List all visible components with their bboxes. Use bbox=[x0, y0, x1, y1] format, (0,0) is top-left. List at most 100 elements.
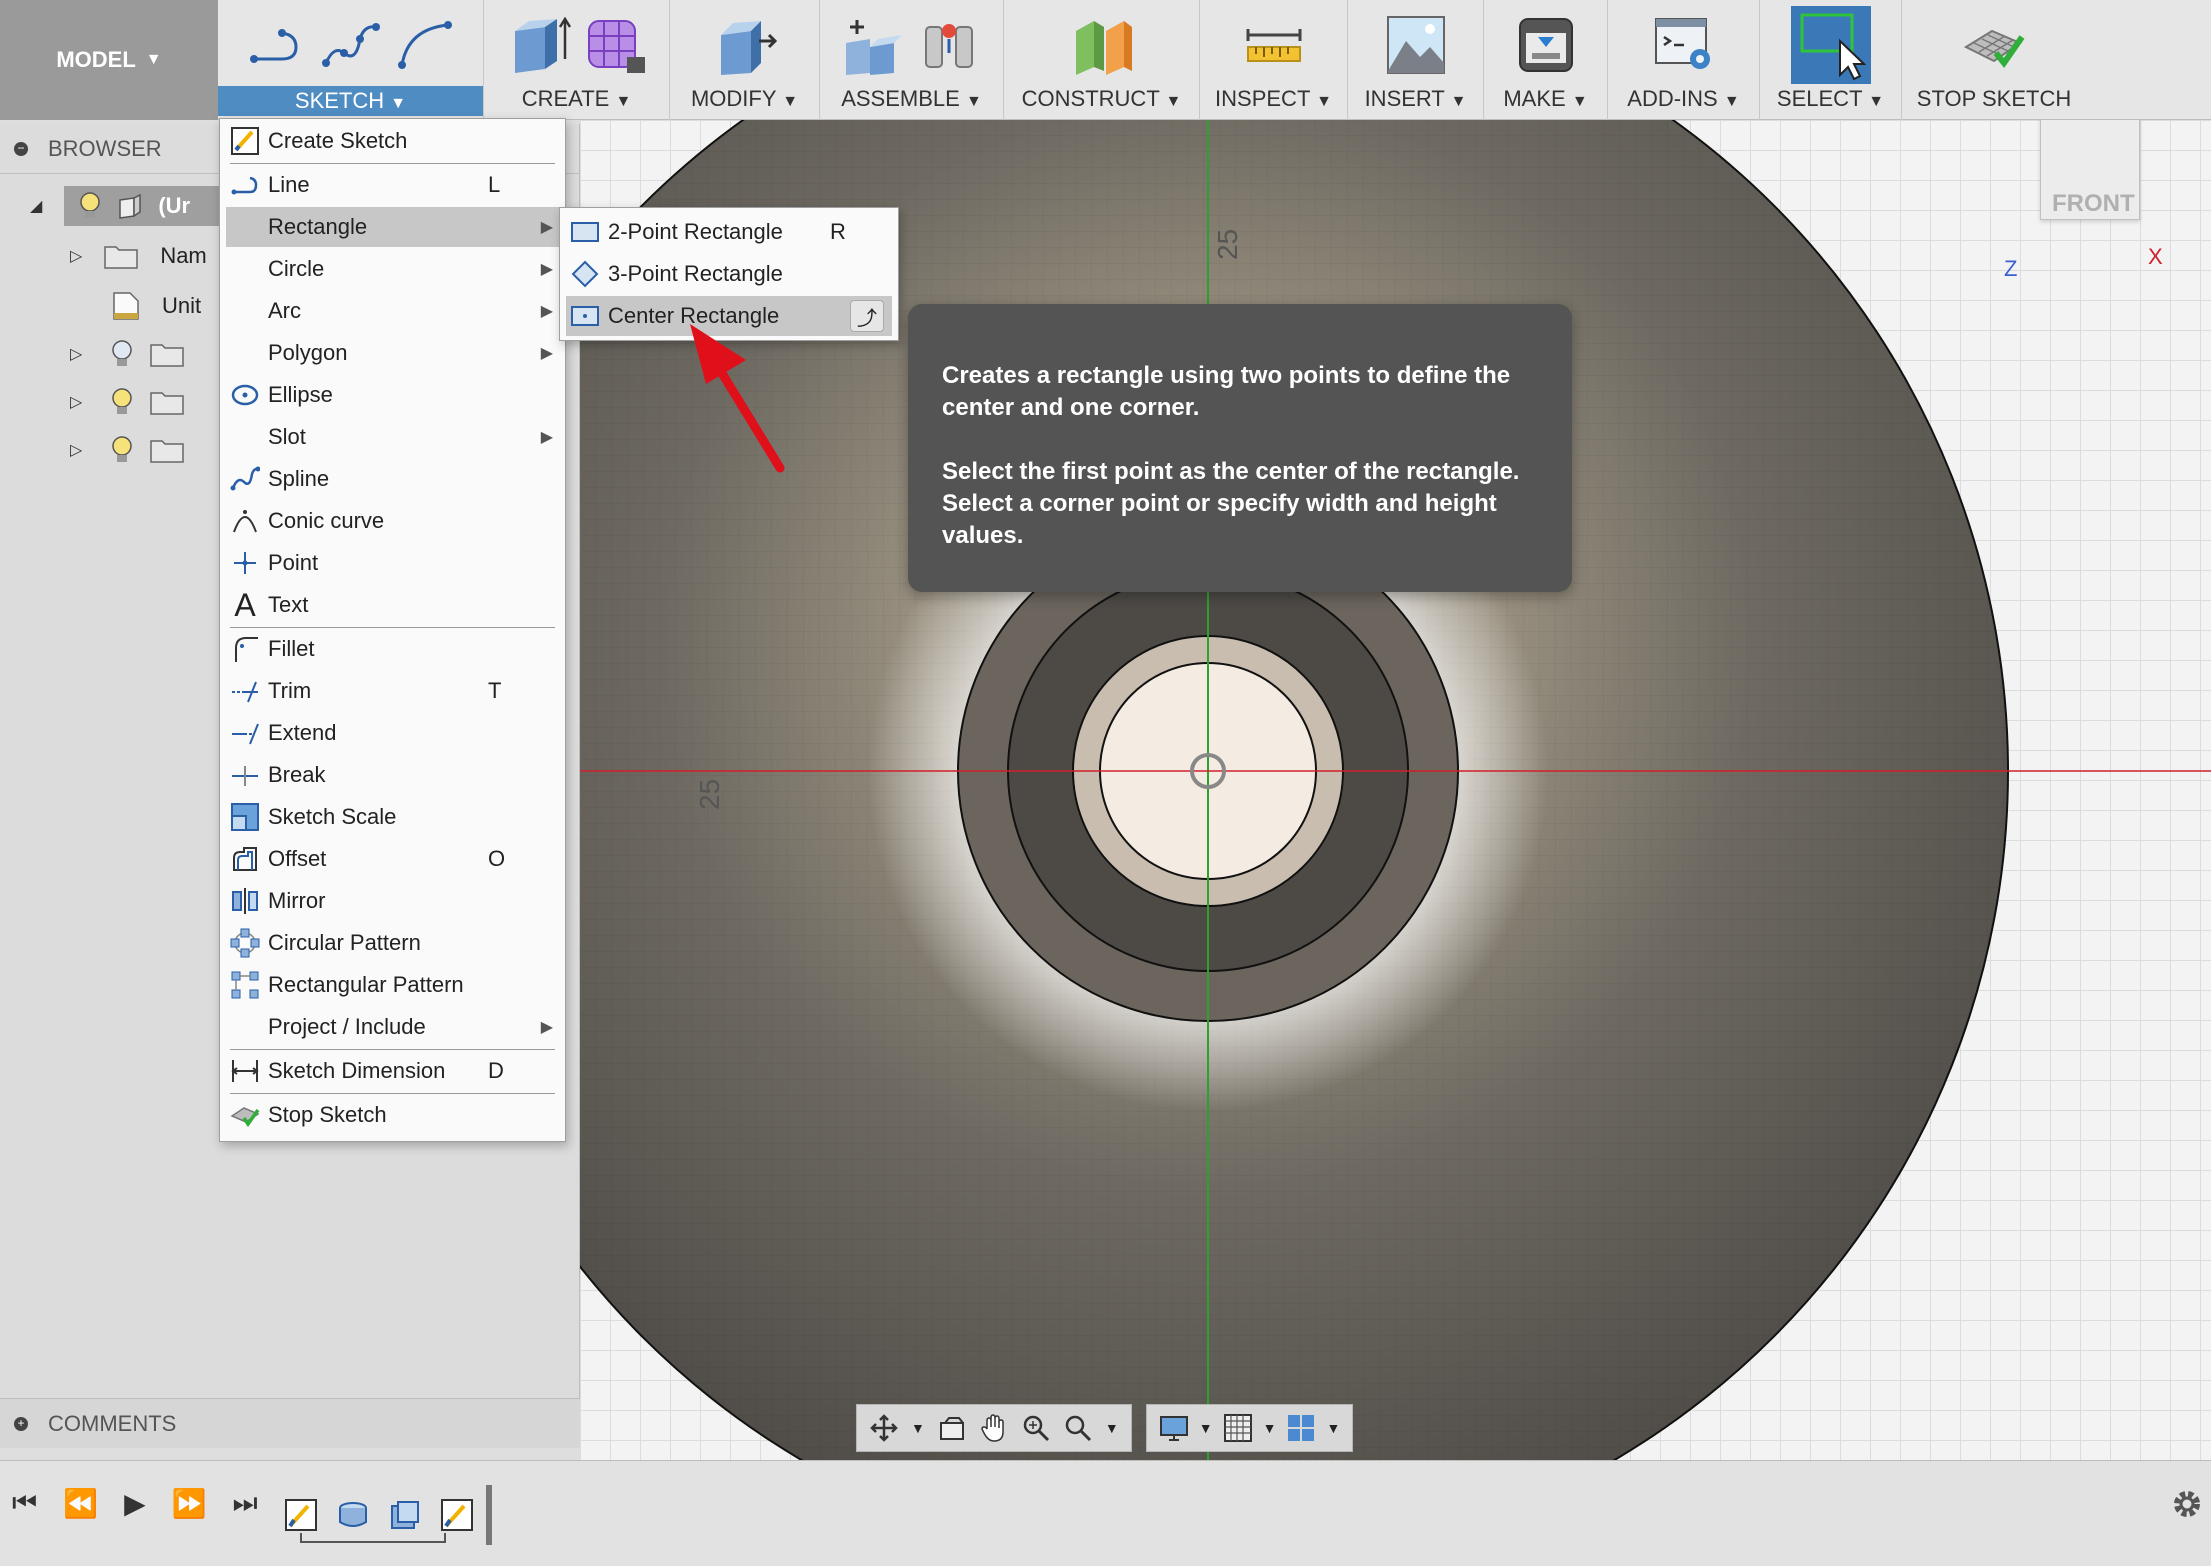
command-tooltip: Creates a rectangle using two points to … bbox=[908, 304, 1572, 592]
menu-polygon[interactable]: Polygon ▶ bbox=[226, 333, 559, 373]
step-back-icon[interactable]: ⏪ bbox=[63, 1487, 98, 1520]
menu-mirror[interactable]: Mirror bbox=[226, 881, 559, 921]
view-cube-face[interactable]: FRONT bbox=[2052, 190, 2135, 218]
go-to-end-icon[interactable]: ⏭ bbox=[233, 1487, 258, 1520]
center-rectangle-icon bbox=[571, 306, 599, 326]
chevron-down-icon[interactable]: ▼ bbox=[1326, 1420, 1340, 1436]
timeline-marker[interactable] bbox=[486, 1485, 492, 1545]
menu-rectangular-pattern[interactable]: Rectangular Pattern bbox=[226, 965, 559, 1005]
menu-project-include[interactable]: Project / Include ▶ bbox=[226, 1007, 559, 1047]
zoom-icon[interactable] bbox=[1021, 1413, 1051, 1443]
go-to-start-icon[interactable]: ⏮ bbox=[12, 1487, 37, 1520]
viewports-icon[interactable] bbox=[1286, 1413, 1316, 1443]
menu-item-shortcut: L bbox=[488, 172, 501, 197]
menu-slot[interactable]: Slot ▶ bbox=[226, 417, 559, 457]
menu-fillet[interactable]: Fillet bbox=[226, 629, 559, 669]
menu-arc[interactable]: Arc ▶ bbox=[226, 291, 559, 331]
menu-sketch-dimension[interactable]: Sketch Dimension D bbox=[226, 1051, 559, 1091]
pin-to-toolbar-icon[interactable]: ⤴ bbox=[850, 300, 884, 332]
play-icon[interactable]: ▶ bbox=[124, 1487, 146, 1520]
toolbar-create[interactable]: CREATE ▼ bbox=[484, 0, 670, 120]
expand-triangle-icon[interactable]: ◢ bbox=[30, 196, 42, 216]
lightbulb-icon[interactable] bbox=[110, 387, 134, 417]
expand-icon[interactable]: + bbox=[14, 1416, 28, 1431]
dimension-label-top[interactable]: 25 bbox=[1212, 229, 1244, 260]
menu-text[interactable]: A Text bbox=[226, 585, 559, 625]
timeline-feature-icon[interactable] bbox=[388, 1498, 422, 1532]
toolbar-assemble[interactable]: ASSEMBLE ▼ bbox=[820, 0, 1004, 120]
comments-panel[interactable]: + COMMENTS bbox=[0, 1398, 580, 1448]
spline-tool-icon[interactable] bbox=[320, 15, 382, 75]
grid-settings-icon[interactable] bbox=[1223, 1413, 1253, 1443]
orbit-icon[interactable] bbox=[869, 1413, 899, 1443]
menu-line[interactable]: Line L bbox=[226, 165, 559, 205]
toolbar-sketch-label: SKETCH bbox=[294, 88, 385, 113]
view-cube[interactable]: FRONT X Z bbox=[2004, 120, 2163, 281]
chevron-down-icon[interactable]: ▼ bbox=[911, 1420, 925, 1436]
toolbar-addins[interactable]: ADD-INS ▼ bbox=[1608, 0, 1760, 120]
tree-row-folder[interactable]: ▷ bbox=[70, 428, 185, 472]
tree-row-named-views[interactable]: ▷ Nam bbox=[70, 234, 207, 278]
menu-circle[interactable]: Circle ▶ bbox=[226, 249, 559, 289]
line-tool-icon[interactable] bbox=[246, 15, 308, 75]
menu-circular-pattern[interactable]: Circular Pattern bbox=[226, 923, 559, 963]
look-at-icon[interactable] bbox=[937, 1413, 967, 1443]
menu-point[interactable]: Point bbox=[226, 543, 559, 583]
collapse-icon[interactable]: − bbox=[14, 141, 28, 156]
expand-triangle-icon[interactable]: ▷ bbox=[70, 440, 82, 460]
menu-stop-sketch[interactable]: Stop Sketch bbox=[226, 1095, 559, 1135]
chevron-down-icon[interactable]: ▼ bbox=[1105, 1420, 1119, 1436]
display-settings-icon[interactable] bbox=[1159, 1413, 1189, 1443]
press-pull-icon bbox=[720, 21, 777, 75]
text-icon: A bbox=[234, 586, 256, 623]
menu-extend[interactable]: Extend bbox=[226, 713, 559, 753]
timeline-extrude-icon[interactable] bbox=[336, 1498, 370, 1532]
menu-sketch-scale[interactable]: Sketch Scale bbox=[226, 797, 559, 837]
toolbar-select[interactable]: SELECT ▼ bbox=[1760, 0, 1902, 120]
chevron-down-icon: ▼ bbox=[1723, 93, 1740, 110]
lightbulb-icon[interactable] bbox=[110, 435, 134, 465]
toolbar-construct[interactable]: CONSTRUCT ▼ bbox=[1004, 0, 1200, 120]
fit-zoom-icon[interactable] bbox=[1063, 1413, 1093, 1443]
lightbulb-icon[interactable] bbox=[78, 191, 102, 221]
chevron-down-icon[interactable]: ▼ bbox=[1263, 1420, 1277, 1436]
menu-ellipse[interactable]: Ellipse bbox=[226, 375, 559, 415]
chevron-down-icon[interactable]: ▼ bbox=[1199, 1420, 1213, 1436]
lightbulb-icon[interactable] bbox=[110, 339, 134, 369]
expand-triangle-icon[interactable]: ▷ bbox=[70, 392, 82, 412]
arc-tool-icon[interactable] bbox=[394, 15, 456, 75]
workspace-label: MODEL bbox=[56, 47, 136, 72]
timeline-sketch-icon[interactable] bbox=[440, 1498, 474, 1532]
menu-offset[interactable]: Offset O bbox=[226, 839, 559, 879]
pan-hand-icon[interactable] bbox=[979, 1413, 1009, 1443]
menu-create-sketch[interactable]: Create Sketch bbox=[226, 121, 559, 161]
submenu-2-point-rectangle[interactable]: 2-Point Rectangle R bbox=[566, 212, 892, 252]
chevron-down-icon: ▼ bbox=[782, 93, 799, 110]
toolbar-stop-sketch[interactable]: STOP SKETCH bbox=[1902, 0, 2086, 120]
menu-spline[interactable]: Spline bbox=[226, 459, 559, 499]
menu-conic-curve[interactable]: Conic curve bbox=[226, 501, 559, 541]
tree-row-folder[interactable]: ▷ bbox=[70, 380, 185, 424]
toolbar-make[interactable]: MAKE ▼ bbox=[1484, 0, 1608, 120]
workspace-switcher[interactable]: MODEL ▼ bbox=[0, 0, 218, 120]
toolbar-modify[interactable]: MODIFY ▼ bbox=[670, 0, 820, 120]
menu-break[interactable]: Break bbox=[226, 755, 559, 795]
expand-triangle-icon[interactable]: ▷ bbox=[70, 246, 82, 266]
tree-row-folder[interactable]: ▷ bbox=[70, 332, 185, 376]
submenu-3-point-rectangle[interactable]: 3-Point Rectangle bbox=[566, 254, 892, 294]
toolbar-inspect[interactable]: INSPECT ▼ bbox=[1200, 0, 1348, 120]
toolbar-sketch[interactable]: SKETCH ▼ bbox=[218, 0, 484, 120]
toolbar-insert[interactable]: INSERT ▼ bbox=[1348, 0, 1484, 120]
expand-triangle-icon[interactable]: ▷ bbox=[70, 344, 82, 364]
sketch-dropdown-menu: Create Sketch Line L Rectangle ▶ Circle … bbox=[219, 118, 566, 1142]
menu-trim[interactable]: Trim T bbox=[226, 671, 559, 711]
dimension-label-left[interactable]: 25 bbox=[694, 779, 726, 810]
tree-row-units[interactable]: Unit bbox=[112, 284, 201, 328]
rectangular-pattern-icon bbox=[231, 971, 259, 999]
menu-rectangle[interactable]: Rectangle ▶ bbox=[226, 207, 559, 247]
settings-gear-icon[interactable] bbox=[2170, 1487, 2204, 1521]
timeline-sketch-icon[interactable] bbox=[284, 1498, 318, 1532]
submenu-arrow-icon: ▶ bbox=[540, 1019, 553, 1036]
submenu-arrow-icon: ▶ bbox=[540, 261, 553, 278]
step-forward-icon[interactable]: ⏩ bbox=[172, 1487, 207, 1520]
